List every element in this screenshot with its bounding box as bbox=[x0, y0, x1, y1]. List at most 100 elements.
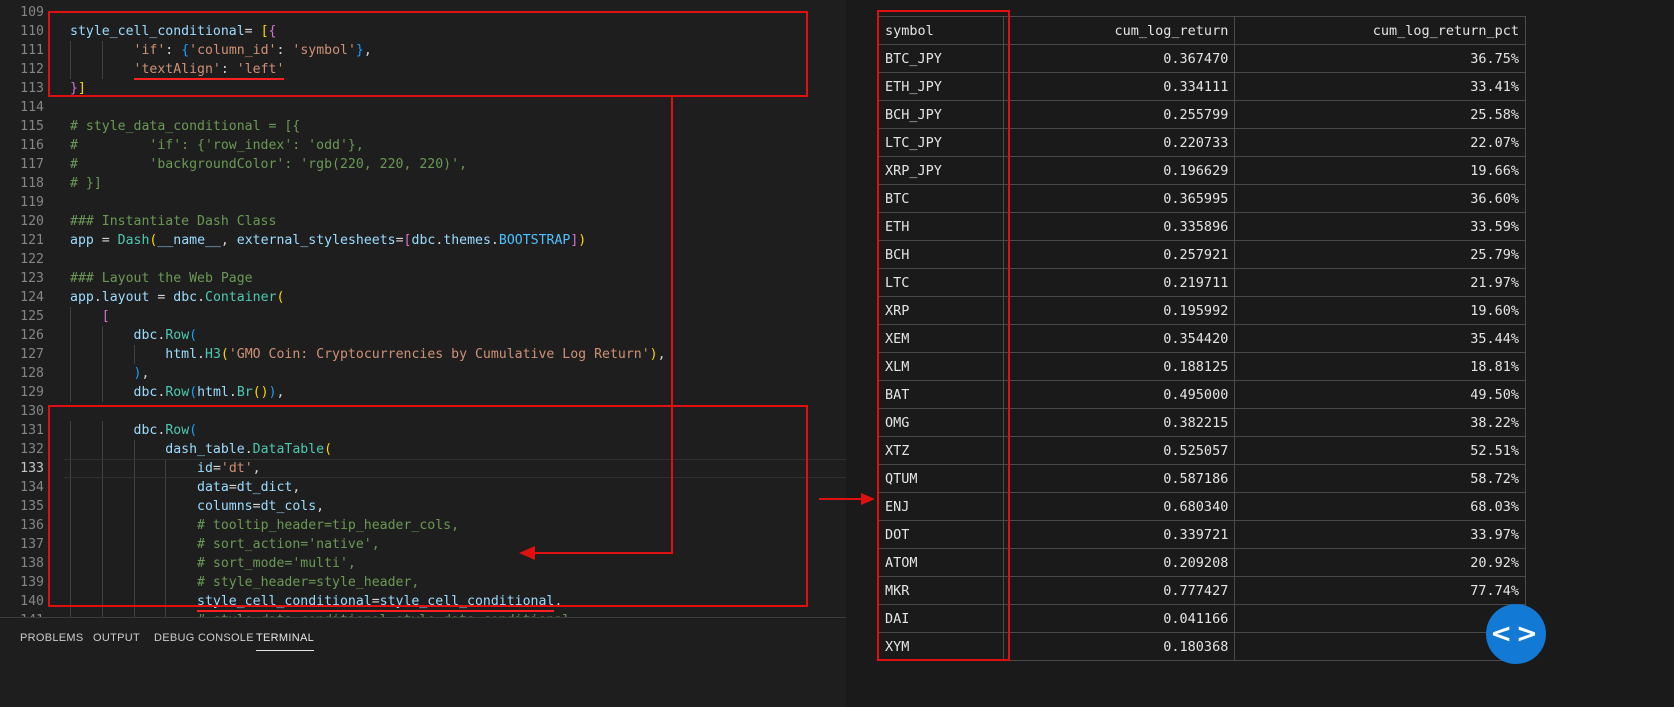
cell-cum-log-return[interactable]: 0.777427 bbox=[1002, 576, 1236, 605]
code-line[interactable]: 132 dash_table.DataTable( bbox=[0, 440, 846, 459]
code-line[interactable]: 136 # tooltip_header=tip_header_cols, bbox=[0, 516, 846, 535]
cell-cum-log-return[interactable]: 0.339721 bbox=[1002, 520, 1236, 549]
cell-cum-log-return[interactable]: 0.587186 bbox=[1002, 464, 1236, 493]
cell-cum-log-return[interactable]: 0.255799 bbox=[1002, 100, 1236, 129]
column-header-cum-log-return[interactable]: cum_log_return bbox=[1002, 16, 1236, 45]
code-line[interactable]: 119 bbox=[0, 193, 846, 212]
cell-cum-log-return[interactable]: 0.525057 bbox=[1002, 436, 1236, 465]
tab-debug-console[interactable]: DEBUG CONSOLE bbox=[154, 632, 254, 644]
code-line[interactable]: 116 # 'if': {'row_index': 'odd'}, bbox=[0, 136, 846, 155]
code-line[interactable]: 120 ### Instantiate Dash Class bbox=[0, 212, 846, 231]
cell-symbol[interactable]: LTC bbox=[878, 268, 1004, 297]
cell-symbol[interactable]: XRP_JPY bbox=[878, 156, 1004, 185]
cell-cum-log-return-pct[interactable]: 68.03% bbox=[1234, 492, 1526, 521]
cell-cum-log-return[interactable]: 0.335896 bbox=[1002, 212, 1236, 241]
cell-cum-log-return-pct[interactable]: 49.50% bbox=[1234, 380, 1526, 409]
cell-symbol[interactable]: DAI bbox=[878, 604, 1004, 633]
cell-symbol[interactable]: ETH_JPY bbox=[878, 72, 1004, 101]
cell-symbol[interactable]: XYM bbox=[878, 632, 1004, 661]
cell-symbol[interactable]: DOT bbox=[878, 520, 1004, 549]
cell-symbol[interactable]: XTZ bbox=[878, 436, 1004, 465]
cell-cum-log-return-pct[interactable]: 22.07% bbox=[1234, 128, 1526, 157]
cell-cum-log-return[interactable]: 0.495000 bbox=[1002, 380, 1236, 409]
cell-cum-log-return[interactable]: 0.365995 bbox=[1002, 184, 1236, 213]
code-line[interactable]: 118 # }] bbox=[0, 174, 846, 193]
code-line[interactable]: 133 id='dt', bbox=[0, 459, 846, 478]
cell-cum-log-return-pct[interactable]: 36.60% bbox=[1234, 184, 1526, 213]
code-line[interactable]: 112 'textAlign': 'left' bbox=[0, 60, 846, 80]
cell-cum-log-return[interactable]: 0.257921 bbox=[1002, 240, 1236, 269]
cell-cum-log-return[interactable]: 0.382215 bbox=[1002, 408, 1236, 437]
cell-symbol[interactable]: MKR bbox=[878, 576, 1004, 605]
terminal-panel[interactable] bbox=[0, 658, 846, 707]
cell-cum-log-return-pct[interactable]: 33.59% bbox=[1234, 212, 1526, 241]
cell-symbol[interactable]: ENJ bbox=[878, 492, 1004, 521]
cell-cum-log-return-pct[interactable]: 35.44% bbox=[1234, 324, 1526, 353]
cell-symbol[interactable]: ATOM bbox=[878, 548, 1004, 577]
cell-symbol[interactable]: ETH bbox=[878, 212, 1004, 241]
code-line[interactable]: 131 dbc.Row( bbox=[0, 421, 846, 440]
code-line[interactable]: 114 bbox=[0, 98, 846, 117]
cell-cum-log-return-pct[interactable]: 52.51% bbox=[1234, 436, 1526, 465]
cell-cum-log-return[interactable]: 0.180368 bbox=[1002, 632, 1236, 661]
code-line[interactable]: 127 html.H3('GMO Coin: Cryptocurrencies … bbox=[0, 345, 846, 364]
cell-cum-log-return[interactable]: 0.041166 bbox=[1002, 604, 1236, 633]
code-line[interactable]: 110 style_cell_conditional= [{ bbox=[0, 22, 846, 41]
cell-symbol[interactable]: BAT bbox=[878, 380, 1004, 409]
cell-cum-log-return-pct[interactable]: 21.97% bbox=[1234, 268, 1526, 297]
cell-cum-log-return[interactable]: 0.188125 bbox=[1002, 352, 1236, 381]
cell-cum-log-return-pct[interactable]: 38.22% bbox=[1234, 408, 1526, 437]
code-line[interactable]: 113}] bbox=[0, 79, 846, 98]
cell-symbol[interactable]: QTUM bbox=[878, 464, 1004, 493]
code-line[interactable]: 137 # sort_action='native', bbox=[0, 535, 846, 554]
column-header-symbol[interactable]: symbol bbox=[878, 16, 1004, 45]
cell-cum-log-return-pct[interactable]: 25.58% bbox=[1234, 100, 1526, 129]
cell-cum-log-return-pct[interactable] bbox=[1234, 632, 1526, 661]
cell-cum-log-return-pct[interactable]: 33.41% bbox=[1234, 72, 1526, 101]
code-line[interactable]: 130 bbox=[0, 402, 846, 421]
cell-symbol[interactable]: XRP bbox=[878, 296, 1004, 325]
cell-symbol[interactable]: XEM bbox=[878, 324, 1004, 353]
code-line[interactable]: 129 dbc.Row(html.Br()), bbox=[0, 383, 846, 402]
cell-cum-log-return[interactable]: 0.680340 bbox=[1002, 492, 1236, 521]
cell-cum-log-return[interactable]: 0.354420 bbox=[1002, 324, 1236, 353]
cell-cum-log-return[interactable]: 0.209208 bbox=[1002, 548, 1236, 577]
code-line[interactable]: 121 app = Dash(__name__, external_stylesh… bbox=[0, 231, 846, 250]
code-editor[interactable]: 109 110 style_cell_conditional= [{111 'if'… bbox=[0, 0, 846, 707]
code-line[interactable]: 124 app.layout = dbc.Container( bbox=[0, 288, 846, 307]
code-line[interactable]: 139 # style_header=style_header, bbox=[0, 573, 846, 592]
cell-cum-log-return-pct[interactable]: 19.66% bbox=[1234, 156, 1526, 185]
cell-cum-log-return-pct[interactable]: 33.97% bbox=[1234, 520, 1526, 549]
tab-terminal[interactable]: TERMINAL bbox=[256, 632, 315, 651]
cell-symbol[interactable]: LTC_JPY bbox=[878, 128, 1004, 157]
cell-cum-log-return-pct[interactable]: 58.72% bbox=[1234, 464, 1526, 493]
cell-cum-log-return[interactable]: 0.334111 bbox=[1002, 72, 1236, 101]
code-lines[interactable]: 109 110 style_cell_conditional= [{111 'if'… bbox=[0, 3, 846, 668]
cell-cum-log-return-pct[interactable]: 19.60% bbox=[1234, 296, 1526, 325]
cell-cum-log-return-pct[interactable]: 25.79% bbox=[1234, 240, 1526, 269]
code-line[interactable]: 123 ### Layout the Web Page bbox=[0, 269, 846, 288]
cell-symbol[interactable]: BTC bbox=[878, 184, 1004, 213]
cell-cum-log-return[interactable]: 0.367470 bbox=[1002, 44, 1236, 73]
code-line[interactable]: 109 bbox=[0, 3, 846, 22]
column-header-cum-log-return-pct[interactable]: cum_log_return_pct bbox=[1234, 16, 1526, 45]
cell-cum-log-return[interactable]: 0.195992 bbox=[1002, 296, 1236, 325]
code-line[interactable]: 138 # sort_mode='multi', bbox=[0, 554, 846, 573]
tab-output[interactable]: OUTPUT bbox=[93, 632, 140, 644]
cell-cum-log-return-pct[interactable]: 77.74% bbox=[1234, 576, 1526, 605]
code-brackets-icon[interactable]: <> bbox=[1486, 604, 1546, 664]
cell-symbol[interactable]: XLM bbox=[878, 352, 1004, 381]
code-line[interactable]: 135 columns=dt_cols, bbox=[0, 497, 846, 516]
code-line[interactable]: 126 dbc.Row( bbox=[0, 326, 846, 345]
code-line[interactable]: 117 # 'backgroundColor': 'rgb(220, 220, 2… bbox=[0, 155, 846, 174]
cell-cum-log-return-pct[interactable]: 18.81% bbox=[1234, 352, 1526, 381]
cell-cum-log-return-pct[interactable]: 36.75% bbox=[1234, 44, 1526, 73]
cell-symbol[interactable]: BCH bbox=[878, 240, 1004, 269]
cell-symbol[interactable]: BCH_JPY bbox=[878, 100, 1004, 129]
code-line[interactable]: 140 style_cell_conditional=style_cell_co… bbox=[0, 592, 846, 612]
code-line[interactable]: 122 bbox=[0, 250, 846, 269]
cell-cum-log-return-pct[interactable] bbox=[1234, 604, 1526, 633]
code-line[interactable]: 111 'if': {'column_id': 'symbol'}, bbox=[0, 41, 846, 60]
cell-symbol[interactable]: OMG bbox=[878, 408, 1004, 437]
cell-cum-log-return[interactable]: 0.219711 bbox=[1002, 268, 1236, 297]
